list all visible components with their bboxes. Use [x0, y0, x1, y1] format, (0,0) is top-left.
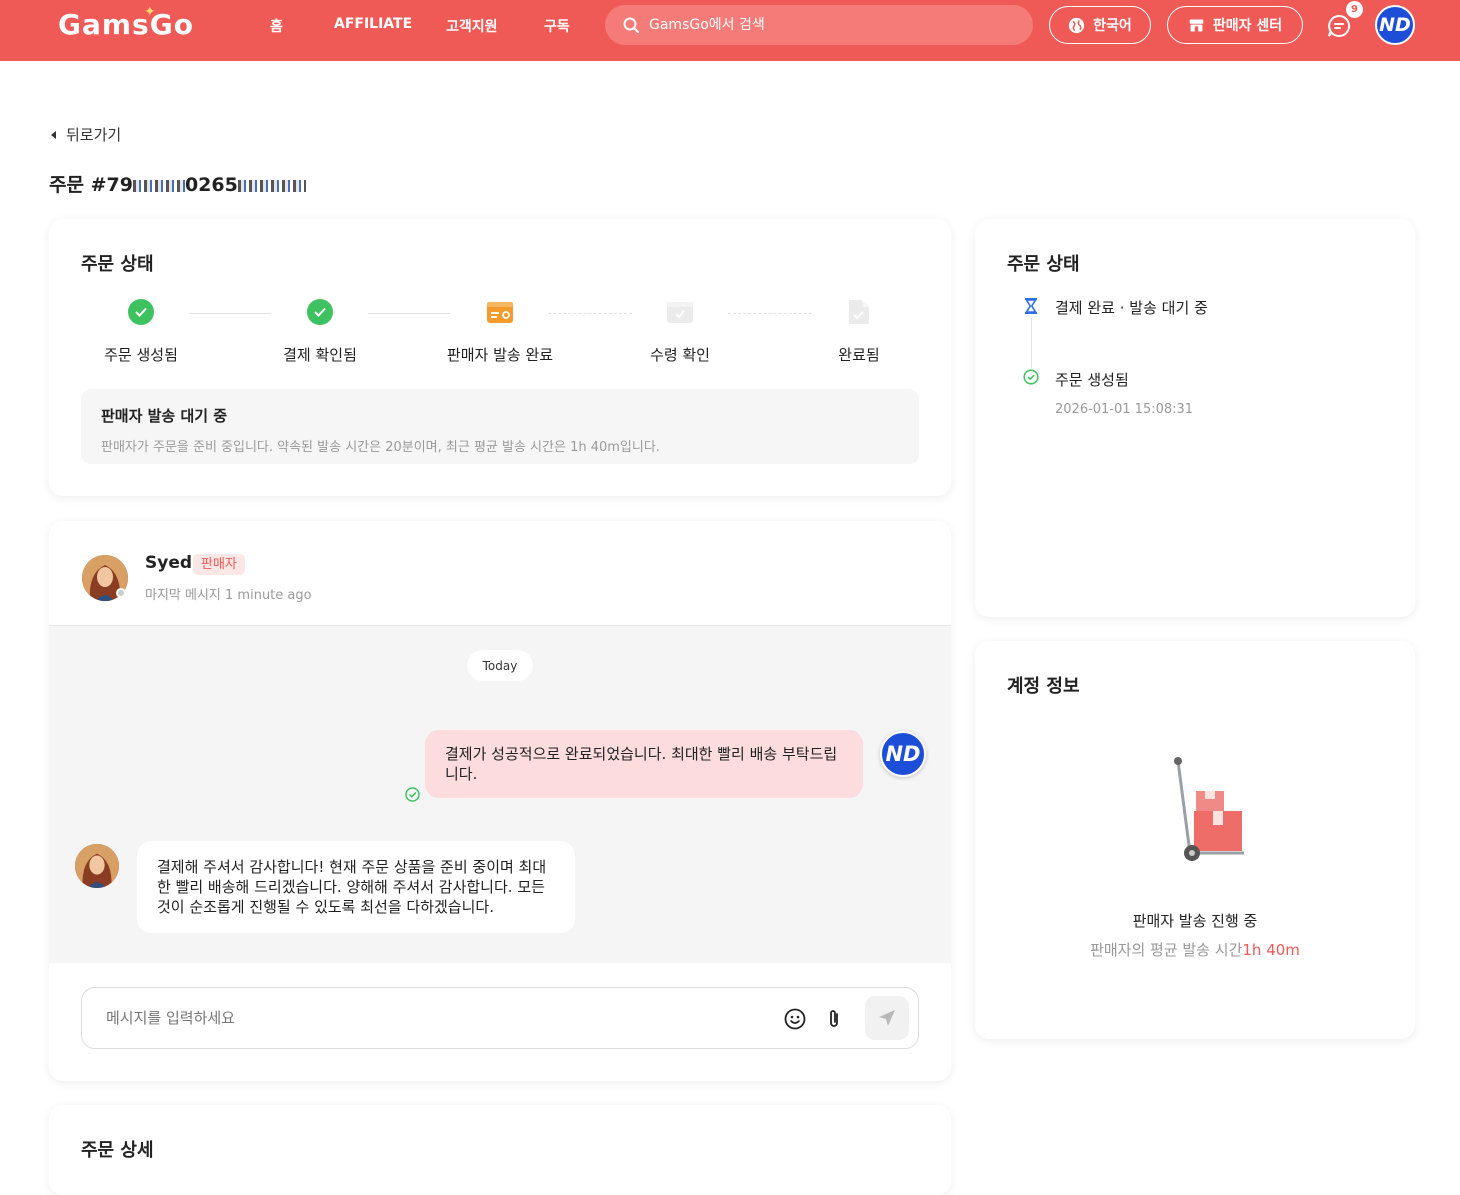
notice-title: 판매자 발송 대기 중: [101, 407, 228, 425]
avg-shipping-time: 판매자의 평균 발송 시간1h 40m: [975, 939, 1415, 960]
message-input[interactable]: [106, 1009, 766, 1027]
my-avatar: ND: [880, 731, 926, 777]
redacted-segment: [237, 179, 306, 192]
send-button[interactable]: [865, 996, 909, 1040]
search-bar[interactable]: [605, 5, 1033, 45]
search-icon: [623, 17, 639, 33]
check-circle-icon: [128, 299, 154, 325]
store-icon: [1189, 19, 1204, 31]
chat-bubble-icon[interactable]: [1326, 13, 1352, 39]
check-circle-icon: [307, 299, 333, 325]
timeline-title: 주문 상태: [1007, 254, 1080, 275]
timeline-timestamp: 2026-01-01 15:08:31: [1055, 402, 1194, 417]
message-count-badge: 9: [1346, 1, 1363, 18]
language-label: 한국어: [1093, 18, 1132, 34]
step-label: 완료됨: [838, 346, 880, 364]
search-input[interactable]: [649, 17, 1009, 33]
seller-message-avatar: [75, 844, 119, 888]
last-message-time: 마지막 메시지 1 minute ago: [145, 588, 312, 603]
nav-home[interactable]: 홈: [270, 16, 283, 36]
avg-shipping-value: 1h 40m: [1242, 941, 1300, 959]
online-status-dot: [116, 588, 126, 598]
package-icon: [487, 302, 513, 323]
order-detail-title: 주문 상세: [81, 1140, 154, 1161]
step-completed: 완료됨: [769, 298, 949, 365]
read-check-icon: [405, 787, 420, 802]
timeline-text: 결제 완료 · 발송 대기 중: [1055, 299, 1208, 317]
hand-truck-icon: [1174, 757, 1244, 861]
seller-avatar-image: [75, 844, 119, 888]
user-avatar[interactable]: ND: [1375, 5, 1415, 45]
logo-text: GamsGo: [58, 8, 194, 41]
emoji-icon[interactable]: [784, 1008, 806, 1030]
status-card-title: 주문 상태: [81, 254, 154, 275]
step-label: 주문 생성됨: [104, 346, 178, 364]
seller-message-bubble: 결제해 주셔서 감사합니다! 현재 주문 상품을 준비 중이며 최대한 빨리 배…: [137, 841, 575, 933]
timeline-line: [1031, 318, 1032, 368]
order-number-middle: 0265: [184, 174, 238, 196]
attachment-icon[interactable]: [826, 1008, 842, 1030]
my-message-bubble: 결제가 성공적으로 완료되었습니다. 최대한 빨리 배송 부탁드립니다.: [425, 730, 863, 798]
check-circle-icon: [1023, 369, 1039, 385]
account-info-title: 계정 정보: [1007, 676, 1080, 697]
globe-icon: [1069, 17, 1085, 33]
caret-left-icon: [51, 130, 56, 139]
shipping-progress-status: 판매자 발송 진행 중: [1132, 912, 1258, 930]
seller-name: Syed: [145, 553, 193, 573]
redacted-segment: [132, 179, 185, 192]
nav-support[interactable]: 고객지원: [446, 16, 498, 36]
document-check-icon: [849, 300, 869, 324]
timeline-item-created: 주문 생성됨 2026-01-01 15:08:31: [1023, 369, 1193, 417]
order-number-prefix: 주문 #79: [49, 174, 133, 196]
inbox-check-icon: [667, 302, 693, 323]
status-timeline-card: [975, 219, 1415, 617]
step-seller-shipped: 판매자 발송 완료: [410, 298, 590, 365]
language-button[interactable]: 한국어: [1049, 6, 1151, 44]
order-detail-card: [49, 1105, 951, 1195]
avg-shipping-label: 판매자의 평균 발송 시간: [1090, 941, 1243, 959]
step-label: 판매자 발송 완료: [446, 346, 554, 364]
timeline-text: 주문 생성됨: [1055, 371, 1129, 389]
date-divider: Today: [467, 650, 533, 681]
message-composer[interactable]: [81, 987, 919, 1049]
send-icon: [879, 1010, 895, 1026]
notice-description: 판매자가 주문을 준비 중입니다. 약속된 발송 시간은 20분이며, 최근 평…: [101, 440, 660, 455]
order-title: 주문 #79 0265: [49, 170, 306, 197]
nav-affiliate[interactable]: AFFILIATE: [334, 16, 412, 32]
step-label: 결제 확인됨: [283, 346, 357, 364]
seller-center-button[interactable]: 판매자 센터: [1167, 6, 1303, 44]
shipping-notice: 판매자 발송 대기 중 판매자가 주문을 준비 중입니다. 약속된 발송 시간은…: [81, 389, 919, 464]
back-link[interactable]: 뒤로가기: [50, 124, 121, 145]
nav-subscription[interactable]: 구독: [544, 16, 570, 36]
step-payment-confirmed: 결제 확인됨: [230, 298, 410, 365]
seller-center-label: 판매자 센터: [1212, 18, 1283, 34]
gamsgo-logo[interactable]: GamsGo ✦: [58, 4, 194, 41]
top-header: GamsGo ✦ 홈 AFFILIATE 고객지원 구독 한국어 판매자 센터 …: [0, 0, 1460, 61]
back-label: 뒤로가기: [66, 126, 122, 144]
sparkle-icon: ✦: [144, 4, 157, 20]
step-created: 주문 생성됨: [51, 298, 231, 365]
seller-tag: 판매자: [193, 554, 245, 575]
timeline-item-pending: 결제 완료 · 발송 대기 중: [1023, 297, 1208, 318]
hourglass-icon: [1025, 298, 1037, 314]
step-received: 수령 확인: [590, 298, 770, 365]
step-label: 수령 확인: [650, 346, 710, 364]
